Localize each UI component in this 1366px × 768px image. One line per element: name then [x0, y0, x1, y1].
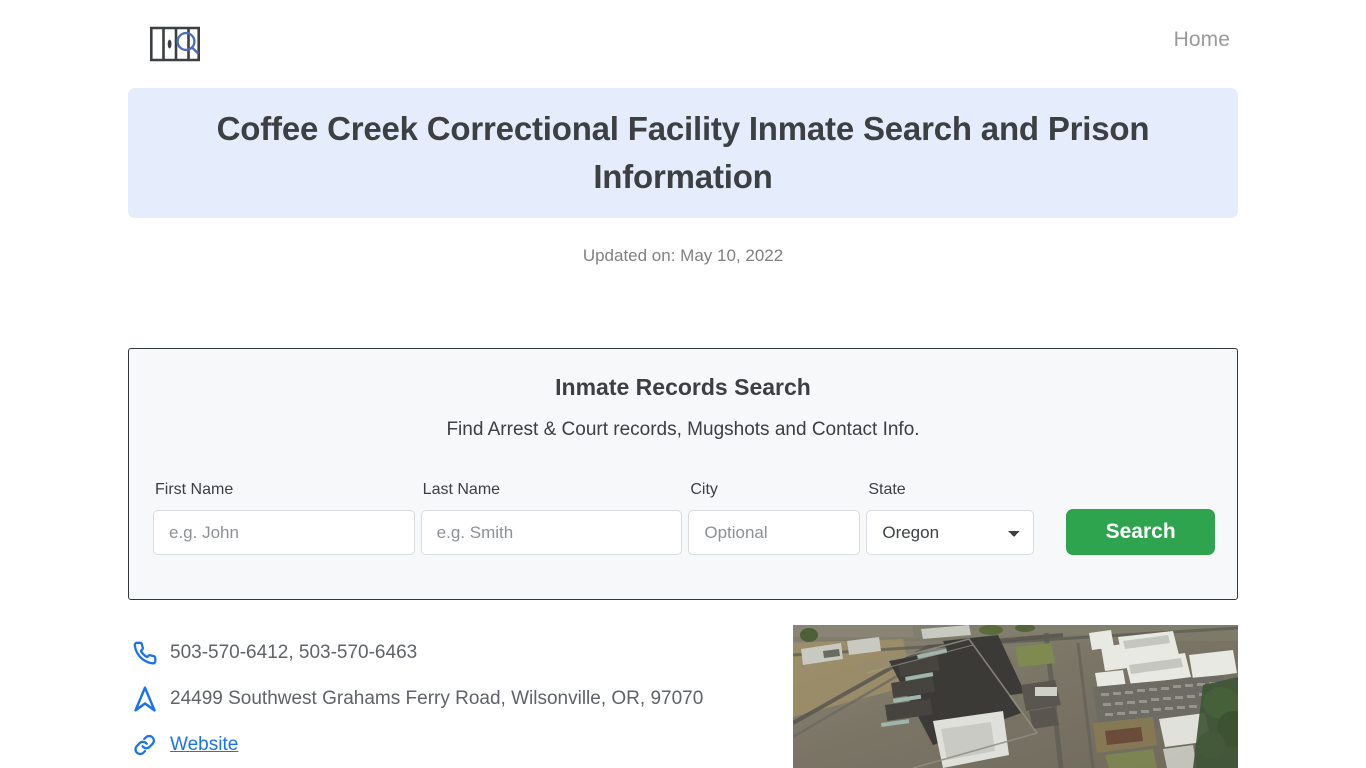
- page-root: Home Coffee Creek Correctional Facility …: [0, 0, 1366, 768]
- last-name-field-group: Last Name: [420, 481, 683, 555]
- phone-numbers: 503-570-6412, 503-570-6463: [170, 642, 418, 663]
- first-name-input[interactable]: [153, 510, 415, 555]
- website-link[interactable]: Website: [170, 734, 238, 756]
- search-button[interactable]: Search: [1066, 509, 1215, 555]
- page-title: Coffee Creek Correctional Facility Inmat…: [216, 110, 1150, 195]
- page-title-banner: Coffee Creek Correctional Facility Inmat…: [128, 88, 1238, 218]
- site-header: Home: [0, 0, 1366, 84]
- phone-row: 503-570-6412, 503-570-6463: [128, 630, 888, 676]
- search-card-title: Inmate Records Search: [555, 374, 811, 400]
- last-name-input[interactable]: [420, 510, 683, 555]
- search-card-subtitle: Find Arrest & Court records, Mugshots an…: [446, 419, 920, 440]
- city-input[interactable]: [688, 510, 861, 555]
- city-label: City: [690, 481, 718, 498]
- website-row: Website: [128, 722, 888, 768]
- phone-icon: [128, 638, 162, 668]
- link-icon: [128, 730, 162, 760]
- nav-link-home[interactable]: Home: [1174, 28, 1230, 52]
- first-name-label: First Name: [155, 481, 234, 498]
- facility-aerial-photo: [793, 625, 1238, 768]
- address-row: 24499 Southwest Grahams Ferry Road, Wils…: [128, 676, 888, 722]
- inmate-records-search-card: Inmate Records Search Find Arrest & Cour…: [128, 348, 1238, 600]
- primary-nav: Home: [1174, 28, 1230, 52]
- navigation-arrow-icon: [128, 684, 162, 714]
- prison-bars-search-logo[interactable]: [148, 24, 206, 64]
- city-field-group: City: [688, 481, 861, 555]
- state-label: State: [868, 481, 906, 498]
- first-name-field-group: First Name: [153, 481, 415, 555]
- address-text: 24499 Southwest Grahams Ferry Road, Wils…: [170, 688, 704, 709]
- search-form: First Name Last Name City State Oregon S…: [153, 481, 1215, 555]
- last-name-label: Last Name: [422, 481, 501, 498]
- state-select[interactable]: Oregon: [866, 510, 1035, 555]
- last-updated-text: Updated on: May 10, 2022: [582, 246, 784, 265]
- facility-contact-info: 503-570-6412, 503-570-6463 24499 Southwe…: [128, 630, 888, 768]
- state-field-group: State Oregon: [866, 481, 1035, 555]
